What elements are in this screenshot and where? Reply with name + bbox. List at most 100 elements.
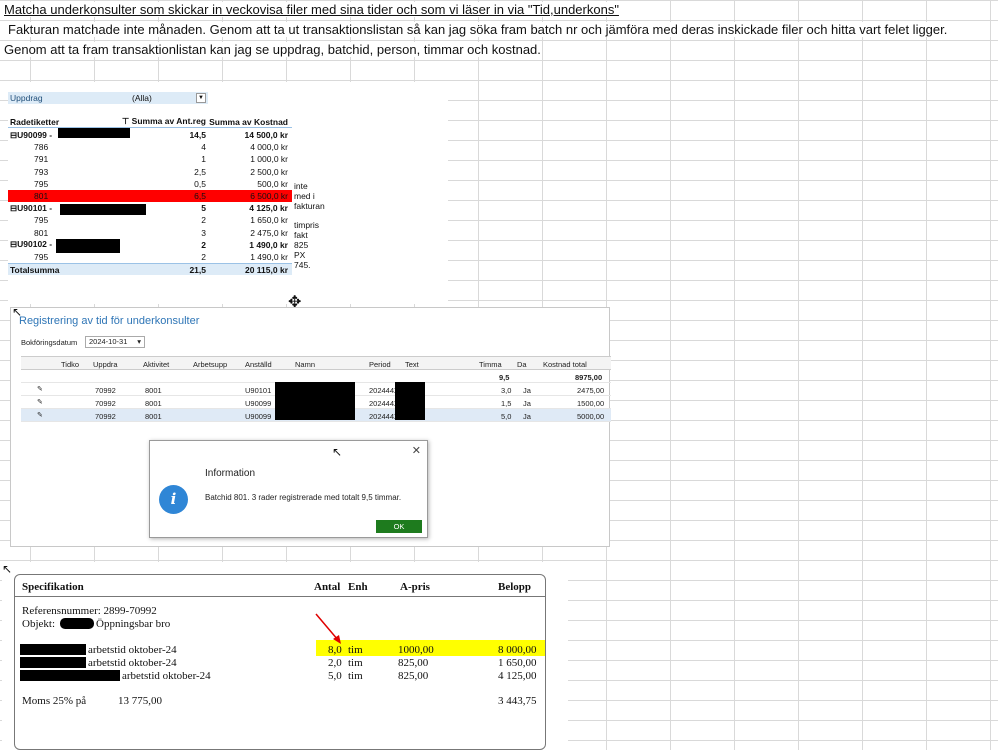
inv-objekt-label: Objekt: bbox=[22, 618, 55, 630]
pivot-row-note: timpris fakt 825 PX 745. bbox=[294, 219, 320, 270]
col-text[interactable]: Text bbox=[405, 360, 419, 369]
cell-da[interactable]: Ja bbox=[523, 412, 531, 421]
inv-desc: arbetstid oktober-24 bbox=[122, 670, 211, 682]
pencil-icon[interactable]: ✎ bbox=[37, 398, 43, 406]
cell-aktivitet[interactable]: 8001 bbox=[145, 399, 162, 408]
cell-da[interactable]: Ja bbox=[523, 399, 531, 408]
window-title: Registrering av tid för underkonsulter bbox=[19, 315, 200, 327]
sum-cost: 8975,00 bbox=[575, 373, 603, 382]
pivot-row-cost: 20 115,0 kr bbox=[244, 264, 288, 275]
inv-enh: tim bbox=[348, 644, 363, 656]
inv-desc: arbetstid oktober-24 bbox=[88, 657, 177, 669]
cell-kostnad[interactable]: 5000,00 bbox=[577, 412, 604, 421]
pivot-row-label: Totalsumma bbox=[10, 264, 60, 275]
note-line-3: Genom att ta fram transaktionlistan kan … bbox=[4, 42, 541, 57]
cell-uppdrag[interactable]: 70992 bbox=[95, 412, 116, 421]
cell-timmar[interactable]: 3,0 bbox=[501, 386, 511, 395]
redaction-bar bbox=[20, 670, 120, 681]
dropdown-icon[interactable]: ▼ bbox=[196, 93, 206, 103]
col-kostnad[interactable]: Kostnad total bbox=[543, 360, 587, 369]
cell-uppdrag[interactable]: 70992 bbox=[95, 399, 116, 408]
col-timmar[interactable]: Timma bbox=[479, 360, 502, 369]
divider bbox=[14, 596, 546, 597]
dialog-title: Information bbox=[205, 468, 256, 479]
pivot-row-label: ⊟U90102 - bbox=[10, 239, 53, 250]
pivot-row: 795 2 1 490,0 kr bbox=[8, 251, 292, 263]
inv-header-belopp: Belopp bbox=[498, 581, 532, 593]
chevron-down-icon: ▾ bbox=[137, 337, 141, 346]
grid-header: Tidko Uppdra Aktivitet Arbetsupp Anställ… bbox=[21, 356, 611, 370]
col-uppdrag[interactable]: Uppdra bbox=[93, 360, 118, 369]
pivot-row-qty: 2,5 bbox=[194, 166, 206, 177]
pivot-row-cost: 500,0 kr bbox=[257, 178, 288, 189]
cell-uppdrag[interactable]: 70992 bbox=[95, 386, 116, 395]
filter-icon[interactable]: ⊤ bbox=[122, 116, 129, 126]
pivot-row-cost: 1 650,0 kr bbox=[250, 215, 288, 226]
inv-ref: Referensnummer: 2899-70992 bbox=[22, 605, 157, 617]
redaction-bar bbox=[20, 657, 86, 668]
pivot-row: 791 1 1 000,0 kr bbox=[8, 153, 292, 165]
col-namn[interactable]: Namn bbox=[295, 360, 315, 369]
date-select[interactable]: 2024-10-31 ▾ bbox=[85, 336, 145, 348]
col-da[interactable]: Da bbox=[517, 360, 527, 369]
pivot-row: 786 4 4 000,0 kr bbox=[8, 141, 292, 153]
pivot-row-label: 786 bbox=[34, 142, 49, 153]
col-anstalld[interactable]: Anställd bbox=[245, 360, 272, 369]
pivot-row-label: 793 bbox=[34, 166, 49, 177]
pivot-row-qty: 14,5 bbox=[189, 130, 206, 140]
cell-anstalld[interactable]: U90099 bbox=[245, 412, 271, 421]
col-arbetsupp[interactable]: Arbetsupp bbox=[193, 360, 227, 369]
pivot-filter[interactable]: Uppdrag (Alla) ▼ bbox=[8, 92, 208, 104]
pivot-row-cost: 4 000,0 kr bbox=[250, 142, 288, 153]
inv-enh: tim bbox=[348, 657, 363, 669]
pivot-filter-value: (Alla) bbox=[132, 93, 152, 103]
note-line-2: Fakturan matchade inte månaden. Genom at… bbox=[8, 22, 948, 37]
moms-amount: 3 443,75 bbox=[498, 695, 537, 707]
red-arrow-icon bbox=[315, 613, 341, 644]
cell-aktivitet[interactable]: 8001 bbox=[145, 412, 162, 421]
cell-kostnad[interactable]: 1500,00 bbox=[577, 399, 604, 408]
inv-desc: arbetstid oktober-24 bbox=[88, 644, 177, 656]
pivot-row: ⊟U90102 - 2 1 490,0 kr timpris fakt 825 PX … bbox=[8, 220, 319, 270]
pencil-icon[interactable]: ✎ bbox=[37, 385, 43, 393]
pivot-row: 793 2,5 2 500,0 kr bbox=[8, 166, 292, 178]
inv-header-enh: Enh bbox=[348, 581, 368, 593]
pivot-row-cost: 14 500,0 kr bbox=[244, 130, 288, 140]
pivot-row-qty: 0,5 bbox=[194, 178, 206, 189]
cell-anstalld[interactable]: U90099 bbox=[245, 399, 271, 408]
pivot-row: ⊟U90099 - 14,5 14 500,0 kr bbox=[8, 129, 292, 141]
redaction-bar bbox=[56, 239, 120, 253]
pivot-row-label: 795 bbox=[34, 178, 49, 189]
col-period[interactable]: Period bbox=[369, 360, 391, 369]
pivot-row: 801 6,5 6 500,0 kr inte med i fakturan bbox=[8, 181, 325, 211]
close-icon[interactable]: ✕ bbox=[412, 444, 421, 457]
ok-button[interactable]: OK bbox=[376, 520, 422, 533]
pivot-row-label: 791 bbox=[34, 154, 49, 165]
date-label: Bokföringsdatum bbox=[21, 338, 78, 347]
cell-aktivitet[interactable]: 8001 bbox=[145, 386, 162, 395]
pivot-row: 795 0,5 500,0 kr bbox=[8, 178, 292, 190]
cell-kostnad[interactable]: 2475,00 bbox=[577, 386, 604, 395]
pivot-row-note: inte med i fakturan bbox=[294, 181, 325, 211]
pivot-filter-label: Uppdrag bbox=[10, 93, 43, 103]
pivot-row: ⊟U90101 -54 125,0 kr bbox=[8, 202, 292, 214]
inv-header-apris: A-pris bbox=[400, 581, 430, 593]
col-tidko[interactable]: Tidko bbox=[61, 360, 79, 369]
redaction-bar bbox=[20, 644, 86, 655]
col-aktivitet[interactable]: Aktivitet bbox=[143, 360, 169, 369]
cell-anstalld[interactable]: U90101 bbox=[245, 386, 271, 395]
pivot-row-label: 801 bbox=[34, 227, 49, 238]
cell-da[interactable]: Ja bbox=[523, 386, 531, 395]
pencil-icon[interactable]: ✎ bbox=[37, 411, 43, 419]
pivot-row: 801 3 2 475,0 kr bbox=[8, 227, 292, 239]
pivot-header-labels[interactable]: Radetiketter bbox=[10, 117, 59, 127]
pointer-cursor-icon: ↖ bbox=[12, 305, 23, 319]
cell-timmar[interactable]: 1,5 bbox=[501, 399, 511, 408]
pivot-row-cost: 1 490,0 kr bbox=[249, 239, 288, 250]
pivot-row-qty: 2 bbox=[201, 239, 206, 250]
inv-header-spec: Specifikation bbox=[22, 581, 84, 593]
pivot-row: Totalsumma 21,5 20 115,0 kr bbox=[8, 263, 292, 276]
pointer-cursor-icon: ↖ bbox=[2, 562, 13, 576]
cell-timmar[interactable]: 5,0 bbox=[501, 412, 511, 421]
redaction-bar bbox=[58, 128, 130, 138]
